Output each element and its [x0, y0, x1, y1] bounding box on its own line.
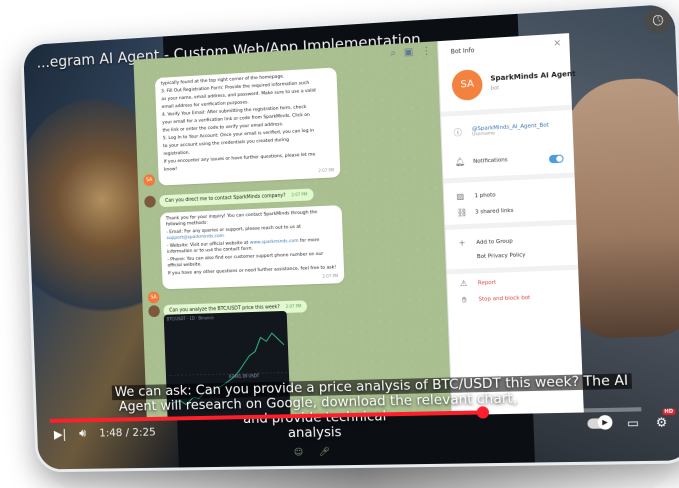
close-icon[interactable]: ✕	[553, 39, 561, 50]
bot-avatar[interactable]: SA	[143, 174, 155, 186]
message-text: Can you direct me to contact SparkMinds …	[165, 194, 286, 204]
add-to-group-row[interactable]: + Add to Group	[458, 236, 513, 247]
settings-gear-icon[interactable]: ⚙ HD	[656, 415, 668, 430]
privacy-policy-row[interactable]: Bot Privacy Policy	[458, 252, 525, 261]
bot-subtitle: bot	[491, 85, 500, 92]
privacy-policy-label: Bot Privacy Policy	[477, 252, 526, 260]
autoplay-toggle[interactable]	[587, 418, 610, 429]
website-link[interactable]: www.sparkminds.com	[250, 239, 299, 246]
stop-block-label: Stop and block bot	[478, 295, 530, 303]
video-player-frame[interactable]: ...egram AI Agent - Custom Web/App Imple…	[20, 1, 679, 473]
video-stage: ...egram AI Agent - Custom Web/App Imple…	[0, 0, 679, 488]
telegram-window: ⌕ ▣ ⋮ typically found at the top right c…	[133, 33, 582, 421]
links-row[interactable]: ⛓ 3 shared links	[457, 206, 514, 218]
notifications-row[interactable]: 🔔︎ Notifications	[455, 155, 508, 167]
message-time: 2:07 PM	[291, 192, 307, 198]
add-user-icon: +	[458, 238, 466, 247]
watch-later-clock-icon[interactable]: 🕓︎	[645, 8, 671, 34]
bot-avatar-large: SA	[451, 69, 483, 101]
divider	[441, 105, 572, 117]
link-icon: ⛓	[457, 208, 465, 217]
search-icon[interactable]: ⌕	[390, 48, 396, 59]
bot-message: Thank you for your inquiry! You can cont…	[160, 205, 345, 289]
block-hand-icon: ✋︎	[460, 295, 468, 305]
bell-icon: 🔔︎	[455, 157, 463, 166]
message-time: 2:07 PM	[286, 303, 302, 308]
chart-price-label: 67481.09 USDT	[229, 373, 260, 379]
bot-info-sidebar: Bot Info ✕ SA SparkMinds AI Agent bot ⓘ …	[437, 33, 584, 415]
add-to-group-label: Add to Group	[476, 238, 513, 246]
notifications-label: Notifications	[473, 157, 508, 165]
email-link[interactable]: support@sparkminds.com.	[166, 234, 225, 241]
info-icon: ⓘ	[454, 127, 463, 139]
composer-icons: ☺ 🎤︎	[294, 447, 330, 458]
sidebar-header: Bot Info	[451, 47, 475, 56]
user-avatar[interactable]	[148, 305, 160, 317]
next-icon[interactable]: ▶|	[54, 427, 67, 441]
user-message: Can you direct me to contact SparkMinds …	[159, 188, 313, 207]
user-avatar[interactable]	[144, 196, 156, 208]
chat-toolbar: ⌕ ▣ ⋮	[390, 46, 432, 60]
username-row[interactable]: ⓘ @SparkMinds_AI_Agent_Bot Username	[454, 122, 550, 138]
volume-icon[interactable]: 🔊︎	[79, 426, 87, 441]
chat-panel: ⌕ ▣ ⋮ typically found at the top right c…	[133, 41, 451, 421]
photo-icon: ▨	[456, 192, 464, 201]
hd-badge: HD	[662, 409, 675, 415]
sidebar-toggle-icon[interactable]: ▣	[404, 47, 414, 59]
photos-label: 1 photo	[474, 192, 495, 199]
player-controls-left: ▶| 🔊︎ 1:48 / 2:25	[54, 425, 156, 441]
time-display: 1:48 / 2:25	[99, 426, 156, 440]
photos-row[interactable]: ▨ 1 photo	[456, 190, 496, 201]
report-row[interactable]: ⚠ Report	[459, 278, 496, 288]
divider	[445, 220, 576, 230]
subtitles-icon[interactable]: ▭	[627, 416, 640, 431]
time-separator: /	[125, 426, 129, 439]
report-icon: ⚠	[459, 279, 467, 288]
bot-name: SparkMinds AI Agent	[490, 70, 576, 83]
divider	[443, 172, 574, 183]
stop-block-row[interactable]: ✋︎ Stop and block bot	[460, 293, 531, 305]
divider	[447, 265, 578, 275]
bot-message: typically found at the top right corner …	[155, 67, 341, 185]
report-label: Report	[478, 279, 496, 286]
links-label: 3 shared links	[475, 207, 514, 215]
bot-avatar[interactable]: SA	[148, 291, 160, 303]
duration: 2:25	[132, 426, 156, 439]
current-time: 1:48	[99, 426, 123, 439]
microphone-icon[interactable]: 🎤︎	[319, 447, 331, 457]
player-controls-right: ▭ ⚙HD	[587, 415, 668, 431]
notifications-toggle[interactable]	[549, 154, 564, 163]
emoji-icon[interactable]: ☺	[294, 448, 304, 458]
more-icon[interactable]: ⋮	[421, 46, 431, 58]
